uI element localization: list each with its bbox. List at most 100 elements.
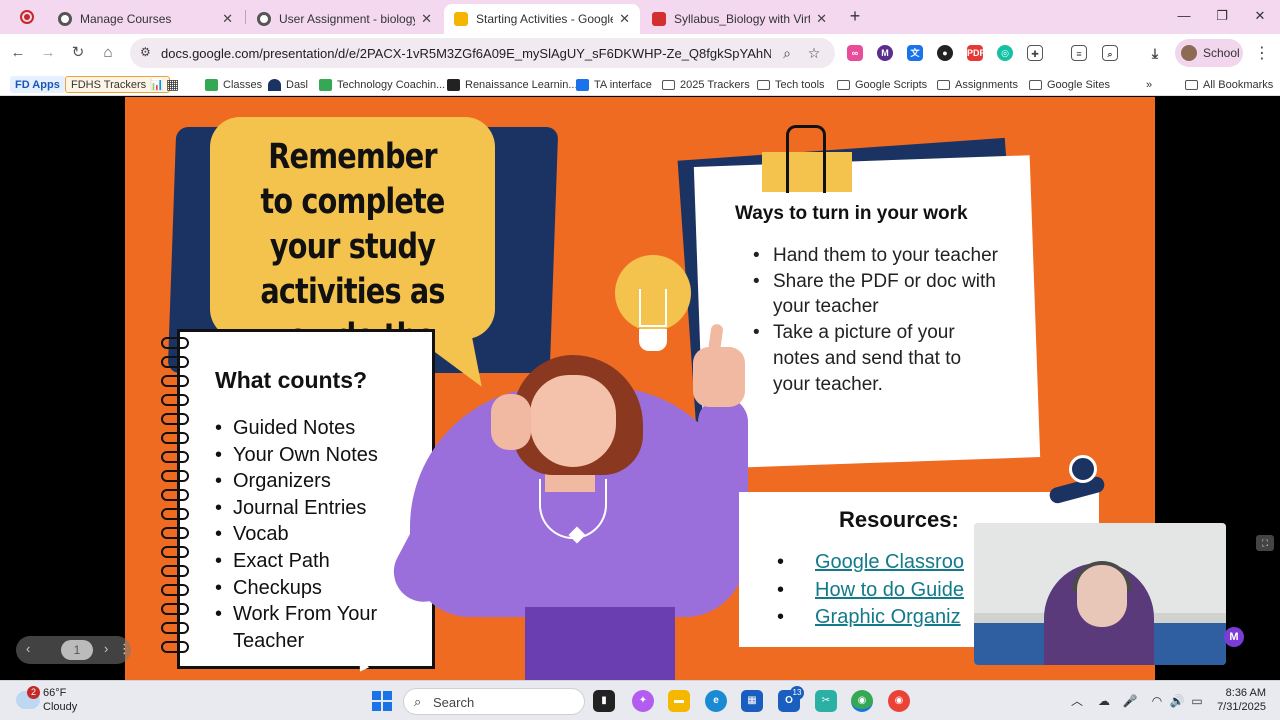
bookmark-technology-coaching[interactable]: Technology Coachin...: [319, 76, 445, 93]
next-slide-icon[interactable]: ›: [104, 641, 108, 656]
list-item: Take a picture of your notes and send th…: [753, 320, 1003, 397]
store-icon[interactable]: ▦: [741, 690, 763, 712]
tray-overflow-icon[interactable]: ︿: [1069, 693, 1085, 709]
bookmark-fd-apps[interactable]: FD Apps: [10, 76, 65, 93]
bookmark-label: 2025 Trackers: [680, 78, 750, 91]
extension-icon[interactable]: ●: [937, 45, 953, 61]
bookmark-fdhs-trackers[interactable]: FDHS Trackers 📊: [65, 76, 170, 93]
bookmark-star-icon[interactable]: ☆: [805, 44, 823, 62]
webcam-face: [1077, 565, 1127, 627]
weather-desc[interactable]: Cloudy: [43, 701, 77, 713]
volume-icon[interactable]: 🔊: [1169, 693, 1185, 709]
close-icon[interactable]: ✕: [816, 11, 827, 27]
apps-grid-icon[interactable]: ▦: [166, 76, 179, 93]
download-icon[interactable]: ⤓: [1147, 45, 1163, 61]
cap-icon: [268, 78, 281, 91]
extension-icon[interactable]: ◎: [997, 45, 1013, 61]
tab-title: Syllabus_Biology with Virtual La: [674, 12, 811, 26]
bookmark-tech-tools[interactable]: Tech tools: [757, 76, 825, 93]
weather-badge: 2: [27, 686, 40, 699]
page-number[interactable]: 1: [61, 640, 93, 660]
restore-button[interactable]: ❐: [1212, 6, 1232, 26]
menu-icon[interactable]: ⋮: [1254, 43, 1270, 63]
bookmark-ta-interface[interactable]: TA interface: [576, 76, 652, 93]
extension-m-icon[interactable]: M: [877, 45, 893, 61]
chrome-icon[interactable]: ◉: [851, 690, 873, 712]
translate-icon[interactable]: 文: [907, 45, 923, 61]
tab-title: User Assignment - biology: [279, 12, 416, 26]
close-window-button[interactable]: ✕: [1250, 6, 1270, 26]
onedrive-icon[interactable]: ☁: [1096, 693, 1112, 709]
pdf-extension-icon[interactable]: PDF: [967, 45, 985, 61]
close-icon[interactable]: ✕: [619, 11, 630, 27]
folder-icon: [837, 79, 850, 90]
tab-manage-courses[interactable]: Manage Courses ✕: [48, 4, 243, 34]
sheets-icon: [319, 78, 332, 91]
weather-temp[interactable]: 66°F: [43, 687, 66, 699]
folder-icon: [937, 79, 950, 90]
minimize-button[interactable]: —: [1174, 6, 1194, 26]
avatar: [1181, 45, 1197, 61]
tab-title: Starting Activities - Google Slid: [476, 12, 614, 26]
folder-icon: [662, 79, 675, 90]
tab-starting-activities[interactable]: Starting Activities - Google Slid ✕: [444, 4, 640, 34]
more-options-icon[interactable]: ⋮: [118, 641, 131, 657]
url-text[interactable]: docs.google.com/presentation/d/e/2PACX-1…: [161, 46, 771, 61]
bookmark-label: Google Sites: [1047, 78, 1110, 91]
copilot-icon[interactable]: ✦: [632, 690, 654, 712]
record-icon[interactable]: [20, 10, 34, 24]
woman-skirt: [525, 607, 675, 680]
site-info-icon[interactable]: ⚙: [140, 45, 156, 61]
zoom-icon[interactable]: ⌕: [778, 44, 796, 62]
taskbar-search[interactable]: ⌕ Search: [403, 688, 585, 715]
forward-button[interactable]: →: [38, 43, 58, 63]
start-button[interactable]: [372, 691, 392, 711]
extension-m-badge-icon[interactable]: M: [1224, 627, 1244, 647]
bookmark-google-sites[interactable]: Google Sites: [1029, 76, 1110, 93]
tab-syllabus[interactable]: Syllabus_Biology with Virtual La ✕: [642, 4, 837, 34]
file-explorer-icon[interactable]: ▬: [668, 690, 690, 712]
wifi-icon[interactable]: ◠: [1149, 693, 1165, 709]
chrome-profile-icon[interactable]: ◉: [888, 690, 910, 712]
edge-icon[interactable]: e: [705, 690, 727, 712]
bookmark-label: Assignments: [955, 78, 1018, 91]
bookmark-assignments[interactable]: Assignments: [937, 76, 1018, 93]
woman-hand: [491, 394, 531, 450]
profile-button[interactable]: School: [1175, 39, 1243, 67]
more-bookmarks-icon[interactable]: »: [1146, 76, 1152, 93]
bookmark-2025-trackers[interactable]: 2025 Trackers: [662, 76, 750, 93]
resources-title: Resources:: [839, 507, 959, 532]
snipping-tool-icon[interactable]: ✂: [815, 690, 837, 712]
webcam-overlay[interactable]: [974, 523, 1226, 665]
address-bar[interactable]: ⚙ docs.google.com/presentation/d/e/2PACX…: [130, 38, 835, 68]
bookmark-label: All Bookmarks: [1203, 78, 1274, 91]
home-button[interactable]: ⌂: [98, 43, 118, 63]
chart-icon: 📊: [150, 79, 164, 91]
ring-icon: [161, 546, 189, 558]
extension-icon[interactable]: ∞: [847, 45, 863, 61]
ring-icon: [161, 603, 189, 615]
reading-list-icon[interactable]: ≡: [1071, 45, 1087, 61]
clock-date[interactable]: 7/31/2025: [1214, 701, 1266, 713]
prev-slide-icon[interactable]: ‹: [26, 641, 30, 656]
close-icon[interactable]: ✕: [222, 11, 233, 27]
bookmark-all-bookmarks[interactable]: All Bookmarks: [1185, 76, 1273, 93]
clock-time[interactable]: 8:36 AM: [1224, 687, 1266, 699]
bookmark-classes[interactable]: Classes: [205, 76, 262, 93]
bookmark-dasl[interactable]: Dasl: [268, 76, 308, 93]
side-panel-icon[interactable]: ⛶: [1256, 535, 1274, 551]
tab-user-assignment[interactable]: User Assignment - biology ✕: [247, 4, 442, 34]
back-button[interactable]: ←: [8, 43, 28, 63]
new-tab-button[interactable]: +: [845, 6, 865, 26]
bookmark-label: Renaissance Learnin...: [465, 78, 578, 91]
bookmark-google-scripts[interactable]: Google Scripts: [837, 76, 927, 93]
reload-button[interactable]: ↻: [68, 43, 88, 63]
bookmark-renaissance[interactable]: Renaissance Learnin...: [447, 76, 578, 93]
tab-search-icon[interactable]: ⌕: [1102, 45, 1118, 61]
bookmark-label: FD Apps: [15, 78, 60, 91]
microphone-icon[interactable]: 🎤: [1122, 693, 1138, 709]
task-view-icon[interactable]: ▮: [593, 690, 615, 712]
close-icon[interactable]: ✕: [421, 11, 432, 27]
puzzle-icon[interactable]: ✚: [1027, 45, 1043, 61]
battery-icon[interactable]: ▭: [1189, 693, 1205, 709]
